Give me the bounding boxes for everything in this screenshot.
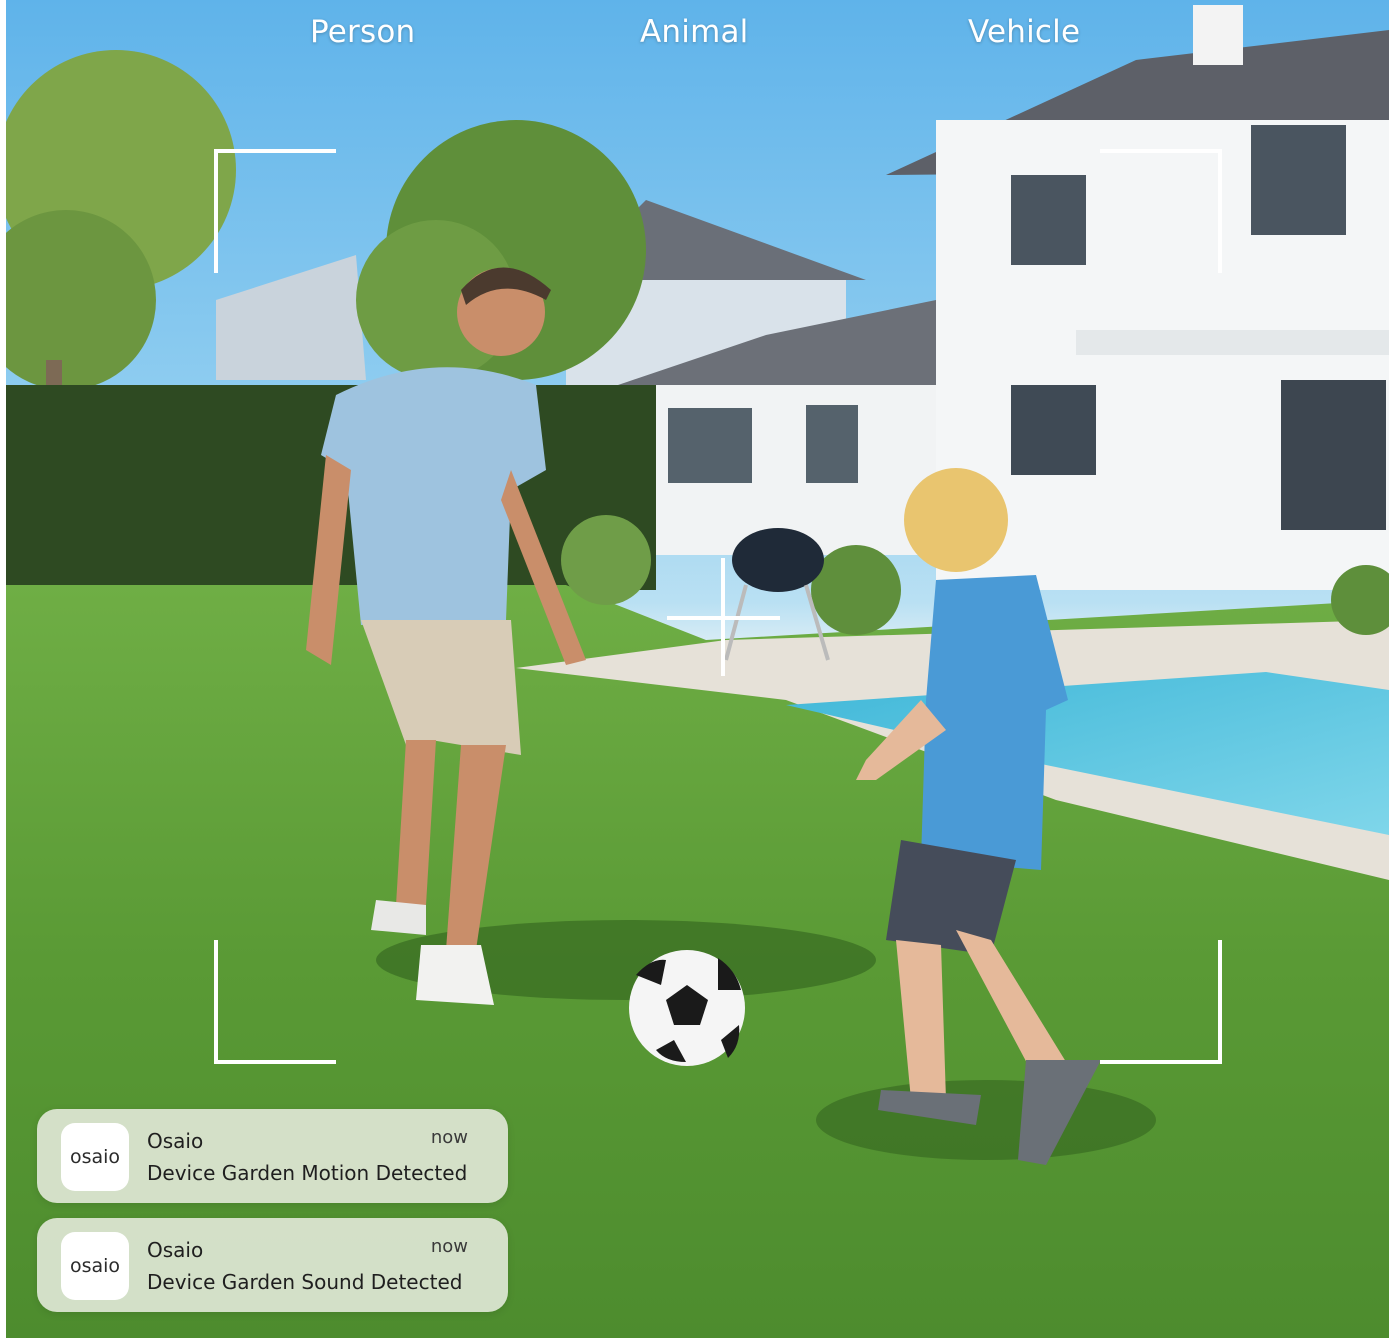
detection-frame-bottom-right-corner — [1100, 940, 1222, 1064]
focus-crosshair-vertical — [721, 558, 725, 676]
notification-time: now — [430, 1127, 468, 1148]
category-animal-label: Animal — [640, 14, 749, 50]
soccer-ball — [629, 950, 745, 1066]
detection-frame-top-left-corner — [214, 149, 336, 273]
neighbor-house — [216, 255, 366, 380]
notification-app-name: Osaio — [147, 1129, 204, 1153]
notification-app-name: Osaio — [147, 1238, 204, 1262]
grill — [732, 528, 824, 592]
notification-time: now — [430, 1236, 468, 1257]
category-person-label: Person — [310, 14, 416, 50]
notification-message: Device Garden Sound Detected — [147, 1270, 463, 1294]
notification-message: Device Garden Motion Detected — [147, 1161, 468, 1185]
osaio-app-icon: osaio — [61, 1123, 129, 1191]
detection-frame-bottom-left-corner — [214, 940, 336, 1064]
notification-sound[interactable]: osaio Osaio now Device Garden Sound Dete… — [37, 1218, 508, 1312]
notification-motion[interactable]: osaio Osaio now Device Garden Motion Det… — [37, 1109, 508, 1203]
detection-frame-top-right-corner — [1100, 149, 1222, 273]
category-vehicle-label: Vehicle — [968, 14, 1081, 50]
osaio-app-icon: osaio — [61, 1232, 129, 1300]
